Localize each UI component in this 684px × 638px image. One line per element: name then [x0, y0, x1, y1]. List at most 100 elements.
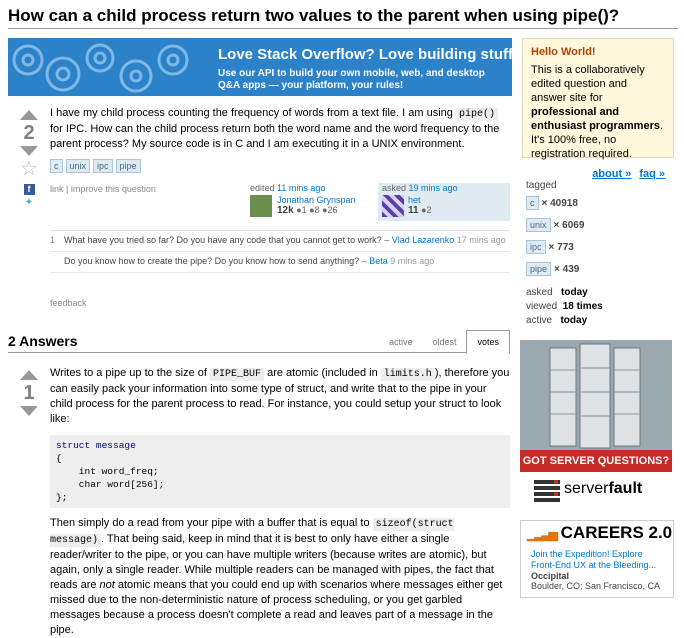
careers-bars-icon: ▁▂▃▅ [527, 527, 558, 541]
tag-c[interactable]: c [526, 196, 539, 210]
comment-user[interactable]: Vlad Lazarenko [392, 235, 455, 245]
asked-signature: asked 19 mins ago het 11 ●2 [378, 183, 510, 221]
question-comments: 1 What have you tried so far? Do you hav… [50, 230, 510, 273]
edited-label: edited [250, 183, 275, 193]
question-vote-count: 2 [23, 122, 35, 144]
tagged-module: tagged c × 40918 unix × 6069 ipc × 773 pipe… [526, 180, 676, 284]
tagged-label: tagged [526, 180, 557, 191]
answers-header: 2 Answers active oldest votes [8, 330, 510, 354]
hello-world-box: Hello World! This is a collaboratively e… [522, 38, 674, 180]
facebook-share-icon[interactable]: f [23, 184, 35, 195]
gears-illustration [12, 43, 189, 93]
question-stats: asked today viewed 18 times active today [526, 286, 603, 328]
comment: 1 What have you tried so far? Do you hav… [50, 231, 510, 252]
question-header: How can a child process return two value… [8, 4, 678, 29]
careers-company: Occipital [531, 571, 570, 581]
feedback-link[interactable]: feedback [50, 298, 87, 308]
careers-location: Boulder, CO; San Francisco, CA [531, 581, 661, 591]
question-title[interactable]: How can a child process return two value… [8, 4, 678, 28]
tag-c[interactable]: c [50, 159, 63, 173]
asked-label: asked [382, 183, 407, 193]
comment: Do you know how to create the pipe? Do y… [50, 252, 510, 273]
stat-active: active today [526, 315, 588, 326]
hello-title: Hello World! [531, 46, 596, 58]
editor-name[interactable]: Jonathan Grynspan [277, 195, 356, 205]
editor-badges: ●1 ●8 ●26 [296, 205, 338, 215]
serverfault-logo-icon [534, 480, 560, 502]
serverfault-logo-area: serverfault [520, 472, 672, 510]
code-block: struct message { int word_freq; char wor… [50, 435, 510, 508]
edited-signature: edited 11 mins ago Jonathan Grynspan 12k… [250, 183, 368, 221]
tagged-row: unix × 6069 [526, 218, 676, 232]
answer-paragraph: Writes to a pipe up to the size of PIPE_… [50, 367, 510, 425]
post-menu[interactable]: link | improve this question [50, 184, 156, 194]
tag-unix[interactable]: unix [526, 218, 551, 232]
inline-code: pipe() [455, 108, 498, 121]
tab-oldest[interactable]: oldest [422, 331, 466, 353]
banner-title: Love Stack Overflow? Love building stuff… [218, 46, 512, 63]
answer-vote-cell: 1 [14, 370, 44, 416]
about-link[interactable]: about » [592, 168, 631, 180]
stat-asked: asked today [526, 287, 588, 298]
careers-title: ▁▂▃▅ CAREERS 2.0 [527, 523, 673, 542]
tag-ipc[interactable]: ipc [93, 159, 113, 173]
question-text-1: I have my child process counting the fre… [50, 107, 456, 119]
asker-avatar[interactable] [382, 195, 404, 217]
answer-body: Writes to a pipe up to the size of PIPE_… [50, 366, 510, 638]
question-tags: c unix ipc pipe [50, 158, 144, 173]
tab-active[interactable]: active [379, 331, 423, 353]
tagged-row: pipe × 439 [526, 262, 676, 276]
tag-count: × 6069 [553, 220, 585, 231]
tag-count: × 40918 [541, 198, 578, 209]
vote-down-icon[interactable] [20, 146, 38, 156]
sidebar: Hello World! This is a collaboratively e… [522, 38, 674, 180]
careers-ad[interactable]: ▁▂▃▅ CAREERS 2.0 Join the Expedition! Ex… [520, 520, 674, 598]
editor-avatar[interactable] [250, 195, 272, 217]
api-banner[interactable]: Love Stack Overflow? Love building stuff… [8, 38, 512, 96]
hello-links: about » faq » [531, 167, 665, 181]
asker-rep: 11 [408, 205, 419, 216]
asked-time[interactable]: 19 mins ago [409, 183, 458, 193]
vote-down-icon[interactable] [20, 406, 38, 416]
tag-unix[interactable]: unix [65, 159, 91, 173]
comment-date[interactable]: 9 mins ago [390, 256, 434, 266]
tag-pipe[interactable]: pipe [526, 262, 552, 276]
tag-count: × 439 [554, 264, 580, 275]
comment-date[interactable]: 17 mins ago [457, 235, 506, 245]
inline-code: limits.h [380, 368, 435, 381]
vote-up-icon[interactable] [20, 110, 38, 120]
hello-text: This is a collaboratively edited questio… [531, 64, 664, 160]
server-rack-image [520, 340, 672, 450]
tag-pipe[interactable]: pipe [115, 159, 141, 173]
careers-job-link[interactable]: Join the Expedition! Explore Front-End U… [521, 543, 673, 571]
tagged-row: ipc × 773 [526, 240, 676, 254]
serverfault-ad[interactable]: GOT SERVER QUESTIONS? TRY: serverfault [520, 340, 672, 510]
stat-viewed: viewed 18 times [526, 301, 603, 312]
twitter-share-icon[interactable]: ✦ [24, 198, 35, 208]
editor-rep: 12k [277, 205, 294, 216]
banner-subtitle: Use our API to build your own mobile, we… [218, 68, 485, 91]
asker-badges: ●2 [421, 205, 432, 215]
tab-votes[interactable]: votes [466, 330, 510, 354]
favorite-star-icon[interactable]: ☆ [14, 158, 44, 180]
inline-code: PIPE_BUF [210, 368, 265, 381]
serverfault-wordmark: serverfault [564, 480, 643, 497]
answer-paragraph: Then simply do a read from your pipe wit… [50, 517, 503, 636]
question-text-2: for IPC. How can the child process retur… [50, 123, 500, 150]
answer-sort-tabs: active oldest votes [379, 330, 510, 354]
edited-time[interactable]: 11 mins ago [277, 183, 325, 193]
faq-link[interactable]: faq » [639, 168, 665, 180]
vote-up-icon[interactable] [20, 370, 38, 380]
answer-vote-count: 1 [23, 382, 35, 404]
comment-text: What have you tried so far? Do you have … [64, 235, 392, 245]
question-body: I have my child process counting the fre… [50, 106, 510, 152]
question-vote-cell: 2 ☆ f ✦ [14, 110, 44, 208]
tag-count: × 773 [548, 242, 574, 253]
comment-user[interactable]: Beta [369, 256, 388, 266]
comment-text: Do you know how to create the pipe? Do y… [64, 256, 370, 266]
ad-tagline: GOT SERVER QUESTIONS? TRY: [520, 450, 672, 489]
comment-vote: 1 [50, 235, 56, 245]
tag-ipc[interactable]: ipc [526, 240, 546, 254]
tagged-row: c × 40918 [526, 196, 676, 210]
asker-name[interactable]: het [408, 195, 421, 205]
